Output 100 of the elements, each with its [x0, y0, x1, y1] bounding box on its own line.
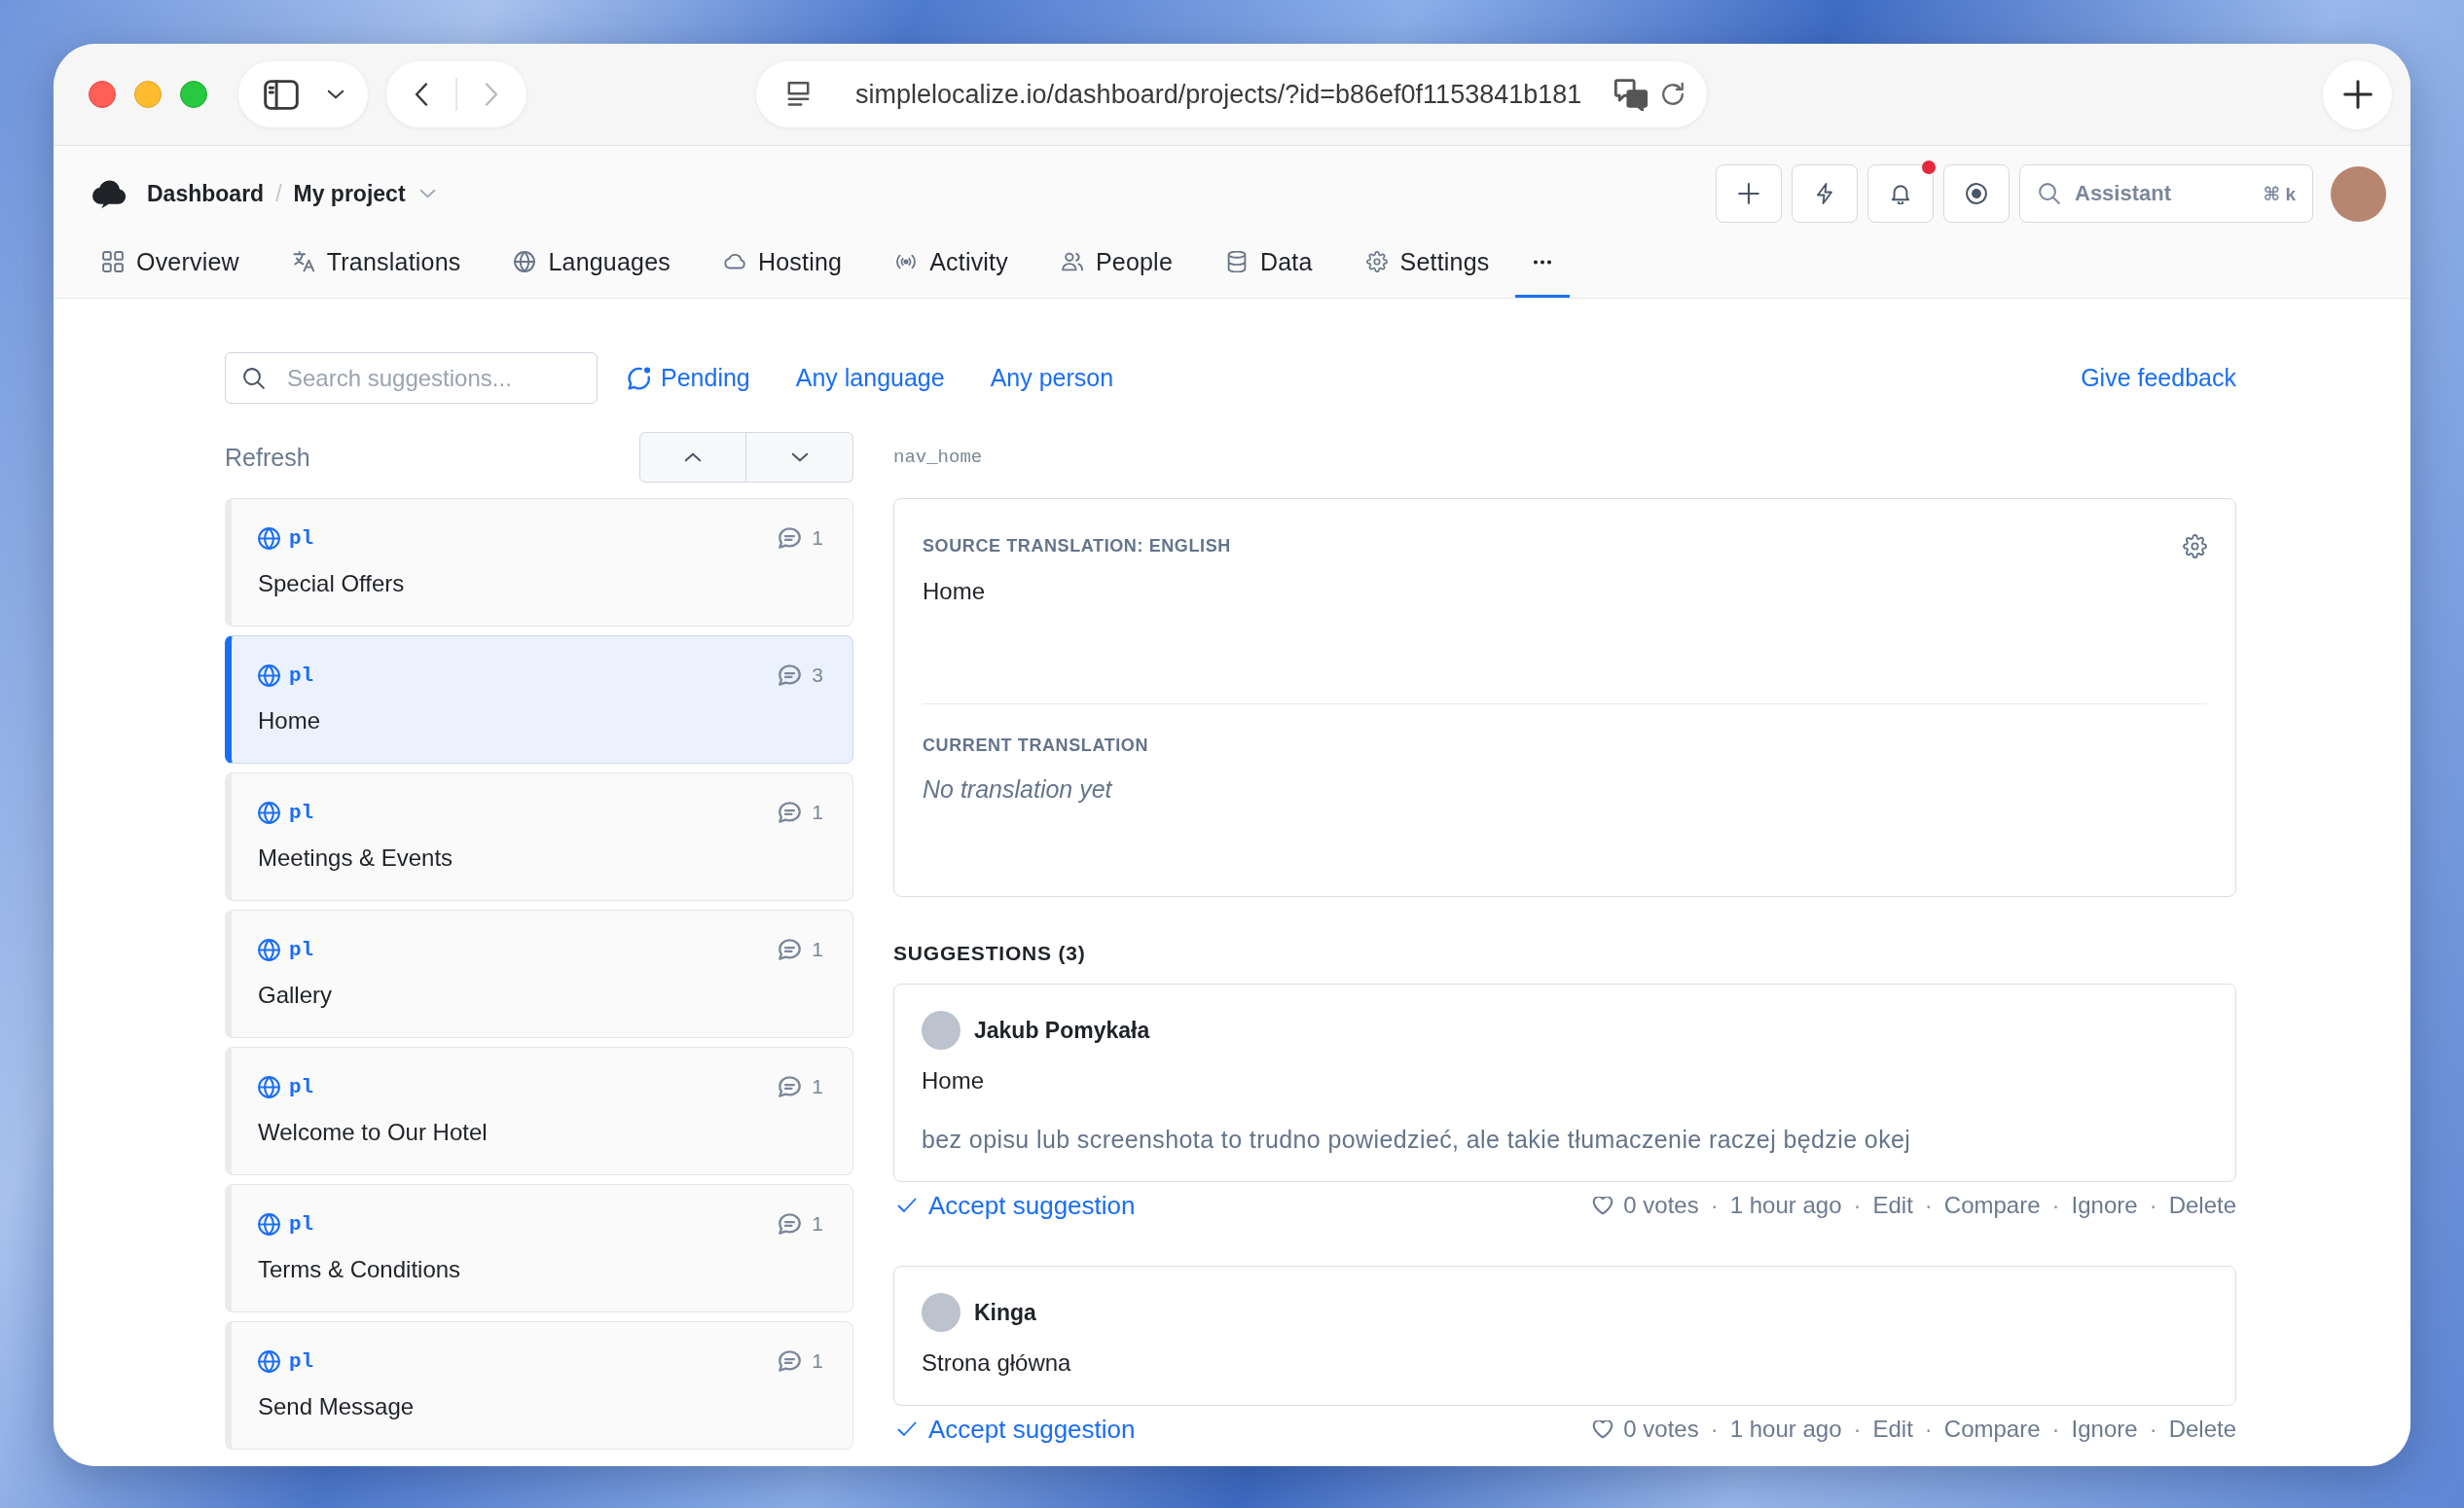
check-icon — [897, 1421, 917, 1437]
chevron-down-icon — [790, 452, 809, 462]
record-icon — [1966, 183, 1987, 204]
nav-tab[interactable]: Hosting — [724, 241, 843, 298]
action-link[interactable]: Ignore — [2071, 1192, 2138, 1219]
check-icon — [897, 1198, 917, 1213]
grid-icon — [102, 251, 124, 272]
avatar — [922, 1293, 960, 1332]
globe-icon — [258, 1212, 280, 1236]
add-button[interactable] — [1716, 164, 1782, 223]
user-avatar[interactable] — [2331, 165, 2386, 222]
status-filter[interactable]: Pending — [627, 364, 750, 392]
meta-separator: · — [1853, 1416, 1862, 1443]
action-link[interactable]: Compare — [1943, 1416, 2041, 1443]
author-name: Jakub Pomykała — [974, 1017, 1150, 1044]
nav-tab[interactable]: Languages — [514, 241, 670, 298]
list-item[interactable]: pl 1 Send Message — [225, 1321, 853, 1450]
nav-tab[interactable]: People — [1061, 241, 1173, 298]
globe-icon — [258, 526, 280, 550]
section-title: SUGGESTIONS (3) — [893, 942, 1086, 965]
new-tab-button[interactable] — [2323, 59, 2392, 129]
suggestion-comment: bez opisu lub screenshota to trudno powiedzieć, ale takie tłumaczenie raczej będzie okej — [922, 1126, 1911, 1153]
avatar — [922, 1011, 960, 1050]
item-title: Gallery — [258, 982, 333, 1009]
sidebar-button[interactable] — [238, 61, 368, 127]
list-item[interactable]: pl 1 Special Offers — [225, 498, 853, 627]
list-item[interactable]: pl 3 Home — [225, 635, 853, 764]
breadcrumb-link[interactable]: Dashboard — [147, 180, 265, 207]
settings-icon[interactable] — [2183, 533, 2207, 558]
translate-icon[interactable] — [1613, 78, 1649, 111]
zoom-button[interactable] — [180, 81, 207, 108]
feedback-link[interactable]: Give feedback — [2081, 364, 2236, 392]
reload-icon[interactable] — [1660, 82, 1685, 107]
automation-button[interactable] — [1792, 164, 1858, 223]
people-icon — [1061, 251, 1083, 272]
translation-key: nav_home — [893, 447, 983, 468]
minimize-button[interactable] — [134, 81, 162, 108]
close-button[interactable] — [89, 81, 116, 108]
nav-tab[interactable]: Overview — [102, 241, 239, 298]
list-item[interactable]: pl 1 Meetings & Events — [225, 772, 853, 901]
comment-count: 1 — [812, 526, 823, 550]
meta-separator: · — [2149, 1416, 2157, 1443]
person-filter[interactable]: Any person — [990, 364, 1114, 392]
search-field[interactable]: Search suggestions... — [225, 352, 598, 404]
project-dropdown[interactable]: My project — [293, 180, 436, 207]
section-label: CURRENT TRANSLATION — [923, 735, 1149, 756]
meta-separator: · — [1853, 1192, 1862, 1219]
more-icon — [1532, 259, 1552, 265]
lightning-icon — [1814, 183, 1835, 204]
search-icon — [2039, 183, 2060, 204]
chevron-right-icon — [485, 82, 499, 107]
action-link[interactable]: Delete — [2168, 1416, 2236, 1443]
cloud-logo-icon — [91, 178, 127, 209]
item-title: Welcome to Our Hotel — [258, 1119, 488, 1146]
language-filter[interactable]: Any language — [795, 364, 945, 392]
votes-link[interactable]: 0 votes — [1592, 1192, 1699, 1219]
page-icon — [786, 81, 811, 108]
timestamp: 1 hour ago — [1729, 1416, 1842, 1443]
item-title: Send Message — [258, 1393, 415, 1420]
meta-separator: · — [1924, 1416, 1933, 1443]
item-title: Terms & Conditions — [258, 1256, 461, 1283]
meta-separator: · — [1710, 1192, 1719, 1219]
language-code: pl — [289, 938, 314, 961]
nav-tab[interactable]: Translations — [292, 241, 461, 298]
nav-tab[interactable]: Data — [1226, 241, 1313, 298]
comment-count: 1 — [812, 1349, 823, 1373]
nav-tab[interactable]: Activity — [895, 241, 1008, 298]
search-icon — [243, 367, 265, 389]
action-link[interactable]: Ignore — [2071, 1416, 2138, 1443]
meta-separator: · — [1924, 1192, 1933, 1219]
action-link[interactable]: Delete — [2168, 1192, 2236, 1219]
chat-bubble-icon — [627, 365, 652, 391]
chevron-down-icon — [327, 90, 344, 99]
votes-link[interactable]: 0 votes — [1592, 1416, 1699, 1443]
heart-icon — [1592, 1196, 1614, 1215]
accept-link[interactable]: Accept suggestion — [897, 1190, 1136, 1221]
database-icon — [1226, 251, 1248, 272]
list-item[interactable]: pl 1 Welcome to Our Hotel — [225, 1047, 853, 1175]
action-link[interactable]: Edit — [1872, 1416, 1913, 1443]
record-button[interactable] — [1943, 164, 2010, 223]
language-code: pl — [289, 526, 314, 550]
action-link[interactable]: Compare — [1943, 1192, 2041, 1219]
action-link[interactable]: Edit — [1872, 1192, 1913, 1219]
refresh-link[interactable]: Refresh — [225, 443, 310, 472]
globe-icon — [258, 801, 280, 824]
chevron-up-icon — [684, 452, 702, 462]
comment-icon — [779, 939, 802, 960]
item-title: Home — [258, 707, 321, 735]
address-bar[interactable]: simplelocalize.io/dashboard/projects/?id=b86ef0f1153841b181 — [756, 61, 1707, 127]
list-item[interactable]: pl 1 Terms & Conditions — [225, 1184, 853, 1312]
globe-icon — [258, 1075, 280, 1098]
comment-icon — [779, 664, 802, 686]
accept-link[interactable]: Accept suggestion — [897, 1414, 1136, 1445]
nav-tab[interactable]: Settings — [1365, 241, 1490, 298]
list-item[interactable]: pl 1 Gallery — [225, 910, 853, 1038]
comment-count: 1 — [812, 1075, 823, 1098]
breadcrumb-separator: / — [275, 180, 282, 207]
comment-count: 1 — [812, 1212, 823, 1236]
globe-icon — [258, 1349, 280, 1373]
suggestion-text: Home — [922, 1067, 985, 1095]
